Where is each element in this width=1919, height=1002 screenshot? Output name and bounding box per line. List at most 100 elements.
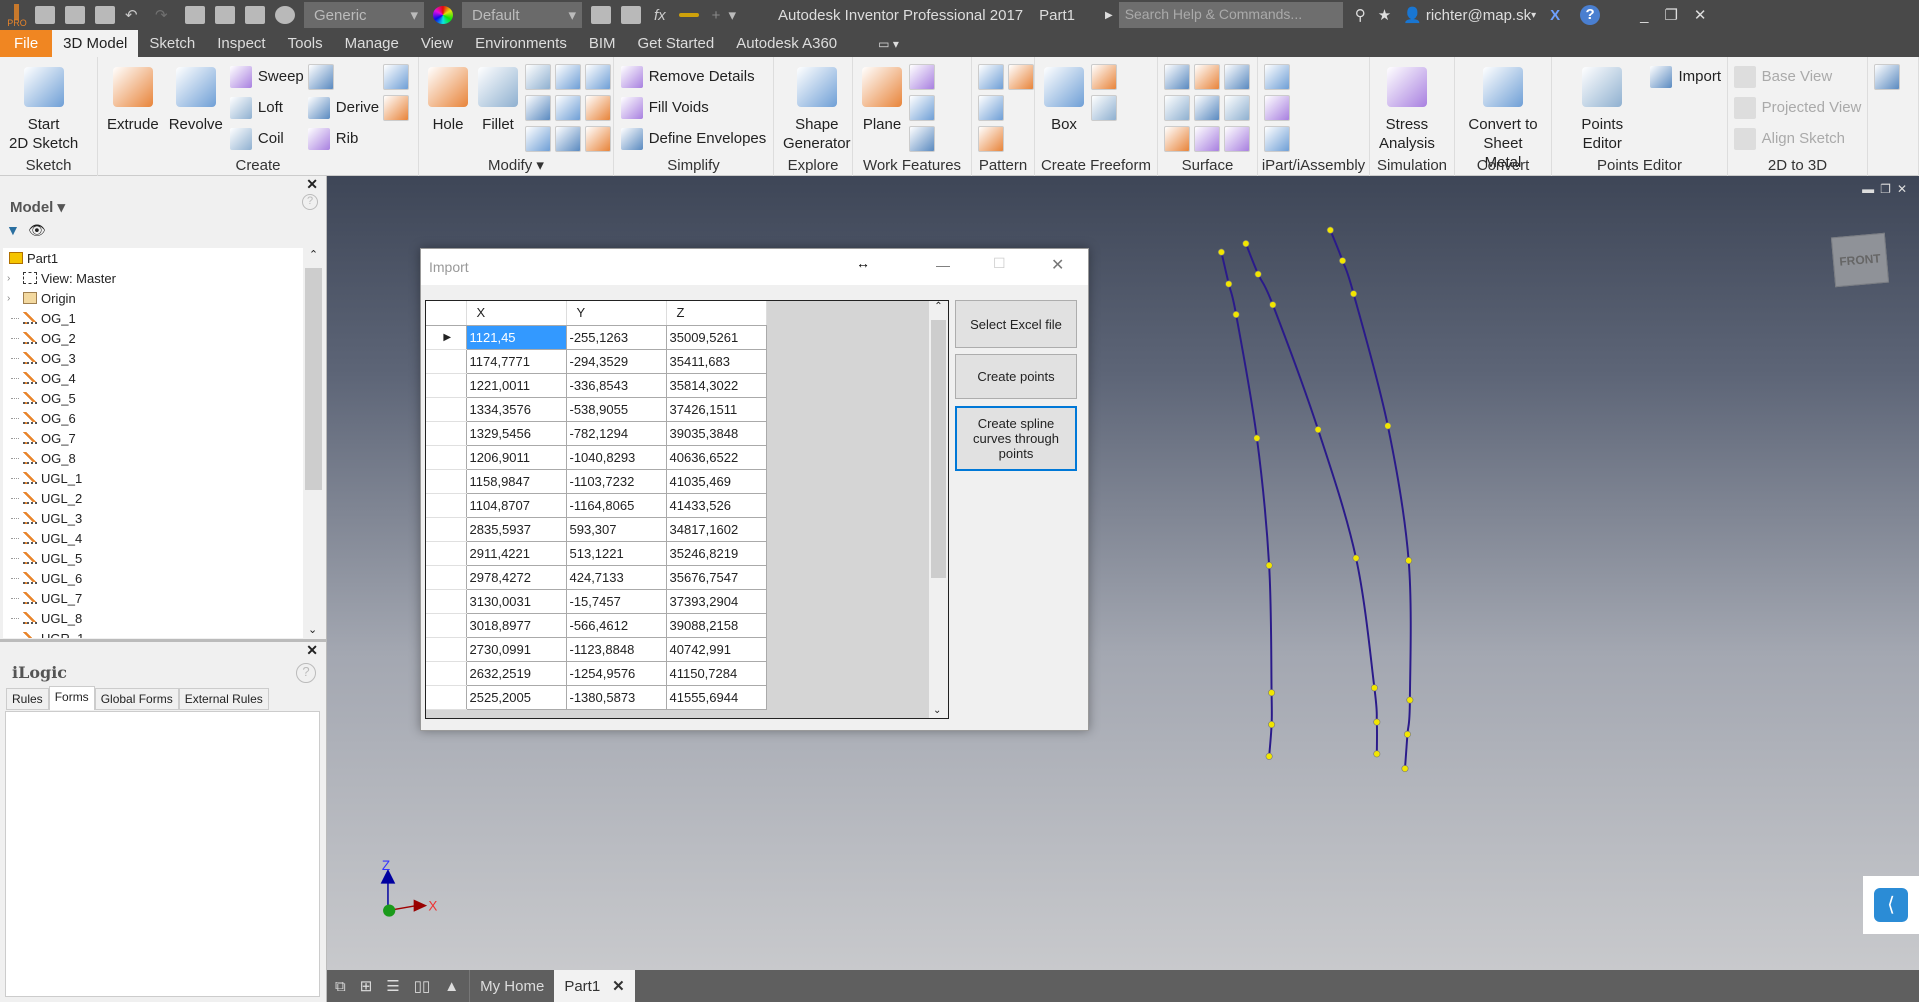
stitch-button[interactable]: [1164, 61, 1190, 92]
cell-y[interactable]: 593,307: [566, 517, 667, 542]
plane-button[interactable]: Plane: [859, 61, 905, 136]
tree-item-og-6[interactable]: OG_6: [3, 408, 303, 428]
cell-x[interactable]: 1206,9011: [466, 445, 567, 470]
scroll-up-icon[interactable]: ⌃: [304, 248, 323, 261]
color-icon[interactable]: [275, 6, 295, 24]
tree-item-part1[interactable]: Part1: [3, 248, 303, 268]
cell-z[interactable]: 35411,683: [666, 349, 767, 374]
tree-item-ugr-1[interactable]: UGR_1: [3, 628, 303, 638]
expand-up-icon[interactable]: ▲: [444, 978, 459, 995]
thread-button[interactable]: [555, 61, 581, 92]
cell-x[interactable]: 2632,2519: [466, 661, 567, 686]
cell-x[interactable]: 3130,0031: [466, 589, 567, 614]
cell-x[interactable]: 2978,4272: [466, 565, 567, 590]
column-header-x[interactable]: X: [466, 301, 567, 326]
cell-y[interactable]: -336,8543: [566, 373, 667, 398]
hole-button[interactable]: Hole: [425, 61, 471, 136]
patch-button[interactable]: [1164, 92, 1190, 123]
cell-x[interactable]: 1329,5456: [466, 421, 567, 446]
cell-z[interactable]: 39088,2158: [666, 613, 767, 638]
emboss-button[interactable]: [307, 61, 379, 92]
stress-analysis-button[interactable]: Stress Analysis: [1376, 61, 1438, 155]
ucs-button[interactable]: [909, 123, 935, 154]
tree-item-og-2[interactable]: OG_2: [3, 328, 303, 348]
table-row[interactable]: 2730,0991 -1123,8848 40742,991: [426, 637, 926, 662]
tab-bim[interactable]: BIM: [578, 30, 627, 57]
row-header[interactable]: [426, 661, 467, 686]
loft-button[interactable]: Loft: [229, 92, 304, 123]
tree-scrollbar[interactable]: ⌃ ⌄: [304, 248, 323, 638]
grid-scrollbar[interactable]: ⌃ ⌄: [929, 301, 948, 718]
sweep-button[interactable]: Sweep: [229, 61, 304, 92]
points-grid[interactable]: XYZ ▶ 1121,45 -255,1263 35009,5261 1174,7771…: [425, 300, 949, 719]
tree-item-ugl-5[interactable]: UGL_5: [3, 548, 303, 568]
viewcube[interactable]: FRONT: [1830, 232, 1890, 288]
row-header[interactable]: [426, 517, 467, 542]
close-icon[interactable]: ✕: [1694, 6, 1707, 24]
close-model-panel-icon[interactable]: ✕: [306, 176, 318, 193]
signin-icon[interactable]: ⚲: [1355, 6, 1366, 24]
exchange-icon[interactable]: X: [1550, 7, 1560, 24]
row-header[interactable]: [426, 421, 467, 446]
undo-icon[interactable]: ↶: [125, 6, 145, 24]
freeform-face-button[interactable]: [1091, 61, 1117, 92]
select-icon[interactable]: [245, 6, 265, 24]
update-icon[interactable]: [215, 6, 235, 24]
circular-pattern-button[interactable]: [978, 92, 1004, 123]
table-row[interactable]: 1221,0011 -336,8543 35814,3022: [426, 373, 926, 398]
table-row[interactable]: 2525,2005 -1380,5873 41555,6944: [426, 685, 926, 710]
table-row[interactable]: 3018,8977 -566,4612 39088,2158: [426, 613, 926, 638]
table-row[interactable]: 3130,0031 -15,7457 37393,2904: [426, 589, 926, 614]
filter-icon[interactable]: ▼: [6, 222, 20, 238]
tab-view[interactable]: View: [410, 30, 464, 57]
scroll-up-icon[interactable]: ⌃: [929, 301, 948, 312]
cell-y[interactable]: -566,4612: [566, 613, 667, 638]
search-input[interactable]: Search Help & Commands...: [1118, 2, 1343, 28]
cell-x[interactable]: 1121,45: [466, 325, 567, 350]
scroll-thumb[interactable]: [931, 320, 946, 578]
tab-get-started[interactable]: Get Started: [627, 30, 726, 57]
row-header[interactable]: [426, 349, 467, 374]
clear-override-icon[interactable]: [621, 6, 641, 24]
cell-y[interactable]: -782,1294: [566, 421, 667, 446]
tab-file[interactable]: File: [0, 30, 53, 57]
chevron-down-icon[interactable]: ▾: [1531, 10, 1536, 21]
row-header[interactable]: [426, 373, 467, 398]
material-combo[interactable]: Generic ▾: [304, 2, 424, 28]
user-icon[interactable]: 👤: [1403, 6, 1422, 24]
inventor-logo[interactable]: PRO: [4, 1, 30, 29]
cell-x[interactable]: 3018,8977: [466, 613, 567, 638]
cell-x[interactable]: 2525,2005: [466, 685, 567, 710]
cell-z[interactable]: 41035,469: [666, 469, 767, 494]
tree-item-ugl-1[interactable]: UGL_1: [3, 468, 303, 488]
measure-icon[interactable]: [678, 13, 699, 17]
edit-table-button[interactable]: [1264, 123, 1290, 154]
ipart-table-button[interactable]: [1264, 92, 1290, 123]
cell-z[interactable]: 41433,526: [666, 493, 767, 518]
row-header[interactable]: [426, 445, 467, 470]
table-row[interactable]: 2911,4221 513,1221 35246,8219: [426, 541, 926, 566]
tab-manage[interactable]: Manage: [334, 30, 410, 57]
cascade-icon[interactable]: ⧉: [335, 978, 346, 995]
tree-item-ugl-4[interactable]: UGL_4: [3, 528, 303, 548]
cell-y[interactable]: -1164,8065: [566, 493, 667, 518]
cell-z[interactable]: 40636,6522: [666, 445, 767, 470]
cell-z[interactable]: 35814,3022: [666, 373, 767, 398]
table-row[interactable]: 1206,9011 -1040,8293 40636,6522: [426, 445, 926, 470]
expand-chevron-icon[interactable]: ›: [7, 293, 10, 304]
cell-y[interactable]: -1103,7232: [566, 469, 667, 494]
arrange-horizontal-icon[interactable]: ☰: [386, 977, 399, 995]
fx-parameters-icon[interactable]: fx: [654, 7, 666, 24]
row-header[interactable]: [426, 565, 467, 590]
cell-y[interactable]: 424,7133: [566, 565, 667, 590]
draft-button[interactable]: [525, 123, 551, 154]
panel-divider[interactable]: [0, 639, 327, 642]
doc-tab-part1[interactable]: Part1 ✕: [554, 970, 635, 1002]
help-icon[interactable]: ?: [1580, 5, 1601, 25]
tree-item-ugl-2[interactable]: UGL_2: [3, 488, 303, 508]
tree-item-ugl-7[interactable]: UGL_7: [3, 588, 303, 608]
tree-item-og-7[interactable]: OG_7: [3, 428, 303, 448]
row-header[interactable]: [426, 469, 467, 494]
cell-x[interactable]: 2911,4221: [466, 541, 567, 566]
plus-icon[interactable]: +: [712, 7, 721, 24]
